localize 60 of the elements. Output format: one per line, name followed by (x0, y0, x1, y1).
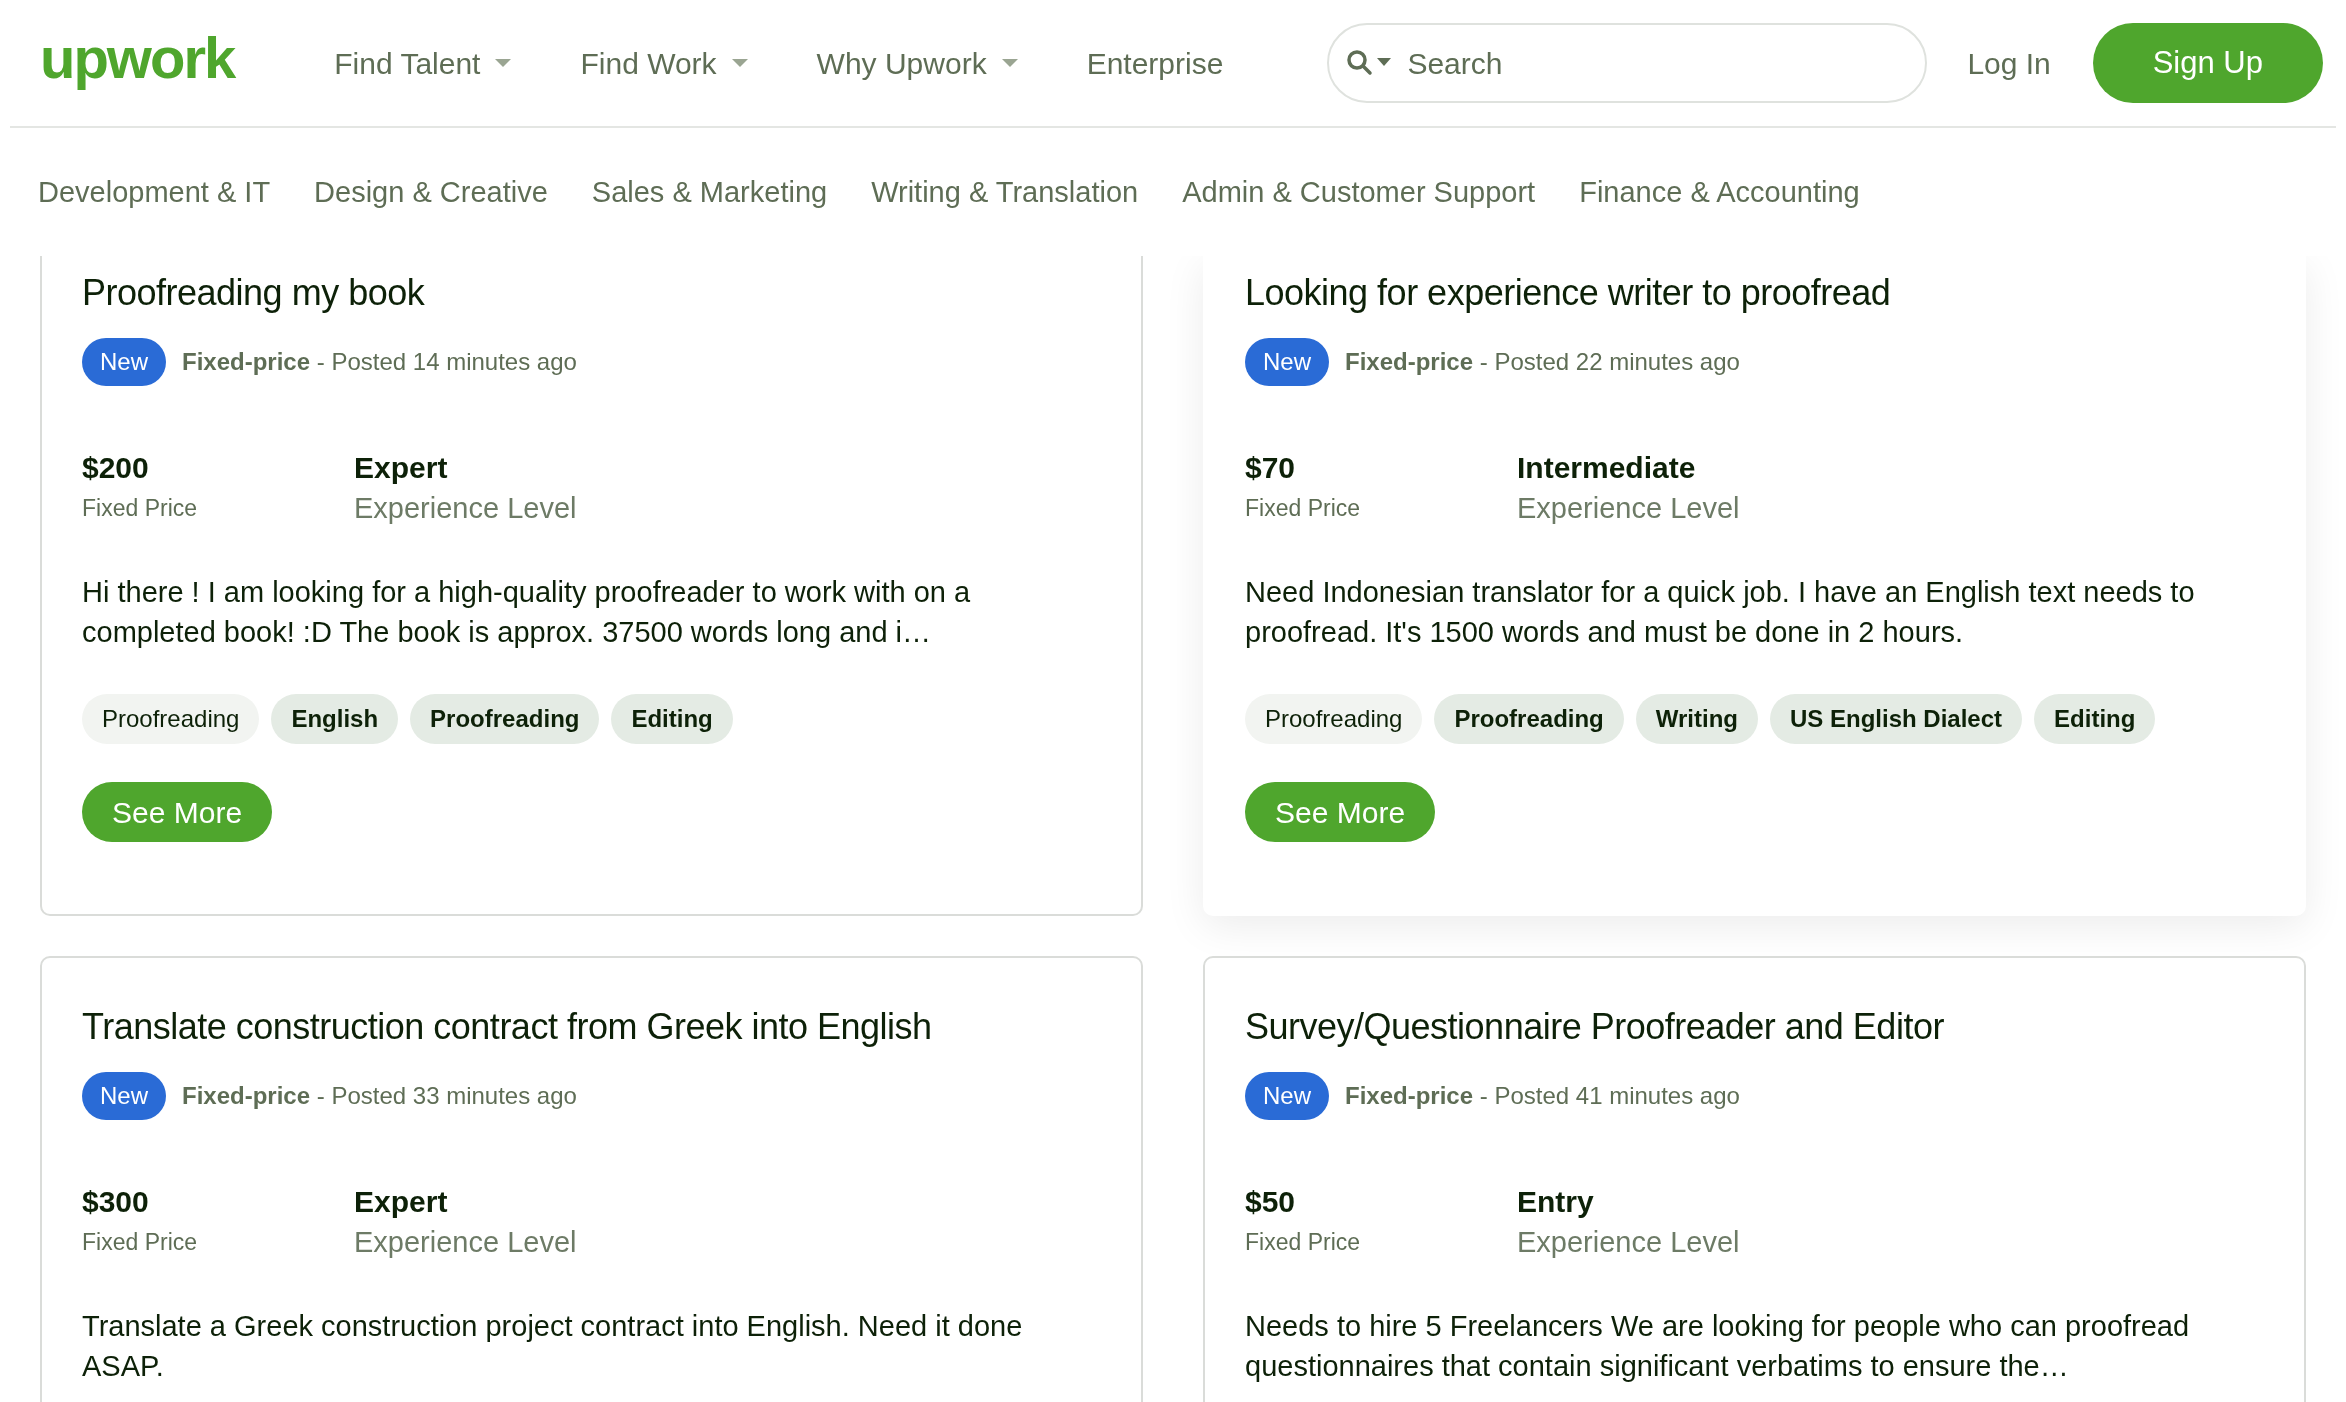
new-badge: New (82, 338, 166, 386)
category-link[interactable]: Writing & Translation (871, 171, 1139, 215)
experience-label: Experience Level (354, 1225, 577, 1260)
job-title[interactable]: Proofreading my book (82, 268, 1101, 318)
skill-tag[interactable]: Proofreading (82, 694, 260, 744)
search-field[interactable]: Search (1407, 40, 1910, 86)
skill-tag[interactable]: Proofreading (1434, 694, 1624, 744)
search-bar[interactable]: Search (1327, 23, 1928, 103)
skill-tag[interactable]: English (271, 694, 399, 744)
experience-level: Expert (354, 450, 449, 486)
nav-link[interactable]: Enterprise (1086, 40, 1224, 86)
skill-tag[interactable]: Proofreading (1245, 694, 1423, 744)
job-price: $300 (82, 1184, 150, 1220)
category-link[interactable]: Admin & Customer Support (1182, 171, 1536, 215)
see-more-button[interactable]: See More (1245, 782, 1436, 842)
nav-link[interactable]: Why Upwork (816, 40, 1019, 86)
caret-icon (1000, 58, 1019, 68)
category-link[interactable]: Design & Creative (314, 171, 548, 215)
nav-link[interactable]: Find Talent (334, 40, 513, 86)
price-label: Fixed Price (82, 494, 199, 523)
skill-tag[interactable]: Editing (2034, 694, 2156, 744)
job-meta: Fixed-price - Posted 14 minutes ago (182, 347, 577, 377)
job-price: $70 (1245, 450, 1297, 486)
job-price: $50 (1245, 1184, 1297, 1220)
experience-level: Intermediate (1517, 450, 1697, 486)
job-title[interactable]: Looking for experience writer to proofread (1245, 268, 2264, 318)
category-link[interactable]: Sales & Marketing (591, 171, 828, 215)
new-badge: New (1245, 338, 1329, 386)
experience-label: Experience Level (1517, 491, 1740, 526)
skill-tag[interactable]: Editing (611, 694, 733, 744)
experience-level: Expert (354, 1184, 449, 1220)
nav-link[interactable]: Find Work (580, 40, 749, 86)
job-meta: Fixed-price - Posted 41 minutes ago (1345, 1081, 1740, 1111)
price-label: Fixed Price (1245, 494, 1362, 523)
job-price: $200 (82, 450, 150, 486)
caret-icon (730, 58, 749, 68)
job-title[interactable]: Survey/Questionnaire Proofreader and Editor (1245, 1002, 2264, 1052)
skill-tag[interactable]: Writing (1635, 694, 1758, 744)
experience-label: Experience Level (1517, 1225, 1740, 1260)
category-link[interactable]: Finance & Accounting (1579, 171, 1860, 215)
skill-tag[interactable]: Proofreading (410, 694, 600, 744)
job-meta: Fixed-price - Posted 22 minutes ago (1345, 347, 1740, 377)
login-link[interactable]: Log In (1967, 40, 2051, 86)
job-description: Needs to hire 5 Freelancers We are looking for people who can proofread questionnaires that contain significant verbatims to ensure the… (1245, 1309, 2191, 1384)
signup-button[interactable]: Sign Up (2092, 23, 2323, 103)
caret-icon (494, 58, 513, 68)
price-label: Fixed Price (1245, 1228, 1362, 1257)
price-label: Fixed Price (82, 1228, 199, 1257)
job-description: Hi there ! I am looking for a high-quality proofreader to work with on a completed book! :D The book is approx. 37500 words long and i… (82, 575, 972, 650)
experience-level: Entry (1517, 1184, 1595, 1220)
new-badge: New (1245, 1072, 1329, 1120)
job-meta: Fixed-price - Posted 33 minutes ago (182, 1081, 577, 1111)
skill-tag[interactable]: US English Dialect (1770, 694, 2023, 744)
job-title[interactable]: Translate construction contract from Greek into English (82, 1002, 1101, 1052)
job-description: Need Indonesian translator for a quick job. I have an English text needs to proofread. It's 1500 words and must be done in 2 hours. (1245, 575, 2196, 650)
category-link[interactable]: Development & IT (38, 171, 271, 215)
new-badge: New (82, 1072, 166, 1120)
see-more-button[interactable]: See More (82, 782, 273, 842)
job-description: Translate a Greek construction project contract into English. Need it done ASAP. (82, 1309, 1024, 1384)
experience-label: Experience Level (354, 491, 577, 526)
